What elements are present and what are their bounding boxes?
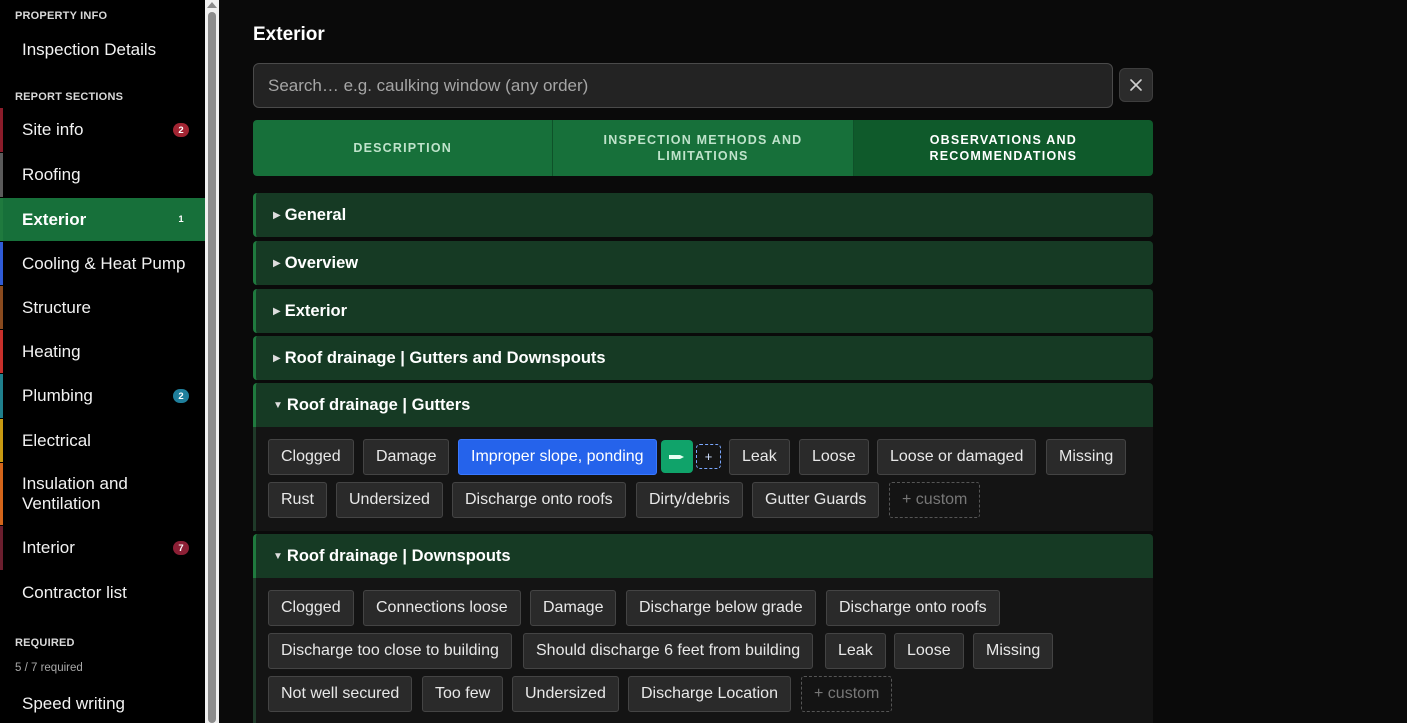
section-tabs: DESCRIPTION INSPECTION METHODS AND LIMIT… [253,120,1153,176]
section-exterior[interactable]: ▶ Exterior [253,289,1153,333]
pencil-icon [669,454,684,459]
chip[interactable]: Missing [1046,439,1127,475]
sidebar-item-roofing[interactable]: Roofing [0,153,205,197]
sidebar-item-electrical[interactable]: Electrical [0,419,205,462]
scroll-thumb[interactable] [208,12,216,723]
chip[interactable]: Connections loose [363,590,521,626]
required-heading: REQUIRED [15,637,75,649]
chip[interactable]: Discharge too close to building [268,633,512,669]
tab-inspection-methods[interactable]: INSPECTION METHODS AND LIMITATIONS [553,120,854,176]
add-custom-chip[interactable]: + custom [801,676,893,712]
count-badge: 1 [178,214,184,225]
chip[interactable]: Clogged [268,439,354,475]
chip[interactable]: Loose [799,439,869,475]
chip[interactable]: Damage [363,439,450,475]
sidebar-item-exterior[interactable]: Exterior 1 [0,198,205,241]
sidebar-item-label: Speed writing [22,694,126,713]
sidebar-scrollbar[interactable] [205,0,219,723]
section-label: Roof drainage | Gutters and Downspouts [284,348,606,367]
chip[interactable]: Discharge Location [628,676,791,712]
count-badge: 2 [173,123,189,137]
report-sections-heading: REPORT SECTIONS [15,91,124,103]
chip[interactable]: Undersized [336,482,443,518]
page-title: Exterior [253,24,325,45]
sidebar-item-label: Site info [22,120,84,139]
section-gutters[interactable]: ▼ Roof drainage | Gutters [253,383,1153,427]
caret-down-icon: ▼ [273,550,283,562]
caret-down-icon: ▼ [273,399,283,411]
chip[interactable]: Gutter Guards [752,482,880,518]
sidebar-item-label: Contractor list [22,583,127,602]
required-count: 5 / 7 required [15,662,83,674]
sidebar-item-plumbing[interactable]: Plumbing 2 [0,374,205,418]
chip[interactable]: Loose [894,633,964,669]
chip[interactable]: Too few [422,676,504,712]
chip[interactable]: Discharge below grade [626,590,816,626]
sidebar-item-label: Interior [22,538,75,557]
caret-right-icon: ▶ [273,352,281,364]
add-custom-chip[interactable]: + custom [889,482,981,518]
chip[interactable]: Dirty/debris [636,482,743,518]
chip[interactable]: Leak [825,633,886,669]
section-label: Exterior [284,301,348,320]
chip[interactable]: Not well secured [268,676,413,712]
count-badge: 7 [173,541,189,555]
count-badge: 2 [173,389,189,403]
sidebar-item-heating[interactable]: Heating [0,330,205,373]
chip[interactable]: Discharge onto roofs [826,590,1000,626]
caret-right-icon: ▶ [273,257,281,269]
section-gutters-and-downspouts[interactable]: ▶ Roof drainage | Gutters and Downspouts [253,336,1153,380]
sidebar-item-insulation-ventilation[interactable]: Insulation and Ventilation [0,463,205,525]
section-label: Roof drainage | Gutters [286,395,471,414]
sidebar: PROPERTY INFO Inspection Details REPORT … [0,0,205,723]
sidebar-item-contractor-list[interactable]: Contractor list [0,571,205,615]
sidebar-item-speed-writing[interactable]: Speed writing [0,692,205,716]
tab-observations[interactable]: OBSERVATIONS AND RECOMMENDATIONS [853,120,1153,176]
sidebar-item-structure[interactable]: Structure [0,286,205,329]
chip[interactable]: Rust [268,482,327,518]
scroll-up-arrow-icon[interactable] [207,2,217,8]
sidebar-item-label: Plumbing [22,386,93,405]
sidebar-item-cooling-heat-pump[interactable]: Cooling & Heat Pump [0,242,205,285]
chip[interactable]: Loose or damaged [877,439,1037,475]
sidebar-item-label: Heating [22,341,81,361]
caret-right-icon: ▶ [273,209,281,221]
search-input[interactable] [253,63,1113,108]
add-chip-button[interactable]: + [696,444,721,469]
sidebar-item-label: Electrical [22,430,91,450]
sidebar-item-label: Roofing [22,165,81,184]
section-label: General [284,205,347,224]
sidebar-item-label: Inspection Details [22,40,157,59]
sidebar-item-label: Structure [22,297,91,317]
tab-description[interactable]: DESCRIPTION [253,120,554,176]
sidebar-item-label: Insulation and Ventilation [22,474,128,513]
clear-search-button[interactable] [1119,68,1153,102]
chip[interactable]: Damage [530,590,617,626]
chip[interactable]: Undersized [512,676,619,712]
sidebar-item-site-info[interactable]: Site info 2 [0,108,205,152]
sidebar-item-inspection-details[interactable]: Inspection Details [0,38,205,62]
main-content: Exterior DESCRIPTION INSPECTION METHODS … [219,0,1407,723]
chip[interactable]: Clogged [268,590,354,626]
sidebar-item-label: Cooling & Heat Pump [22,253,186,273]
chip[interactable]: Leak [729,439,790,475]
chip-selected[interactable]: Improper slope, ponding [458,439,657,475]
property-info-heading: PROPERTY INFO [15,10,108,22]
caret-right-icon: ▶ [273,305,281,317]
section-label: Roof drainage | Downspouts [286,546,511,565]
section-label: Overview [284,253,359,272]
chip[interactable]: Missing [973,633,1054,669]
close-icon [1130,79,1142,91]
sidebar-item-label: Exterior [22,209,87,229]
edit-chip-button[interactable] [661,440,693,473]
section-downspouts[interactable]: ▼ Roof drainage | Downspouts [253,534,1153,578]
chip[interactable]: Should discharge 6 feet from building [523,633,814,669]
section-general[interactable]: ▶ General [253,193,1153,237]
sidebar-item-interior[interactable]: Interior 7 [0,526,205,570]
section-overview[interactable]: ▶ Overview [253,241,1153,285]
chip[interactable]: Discharge onto roofs [452,482,626,518]
